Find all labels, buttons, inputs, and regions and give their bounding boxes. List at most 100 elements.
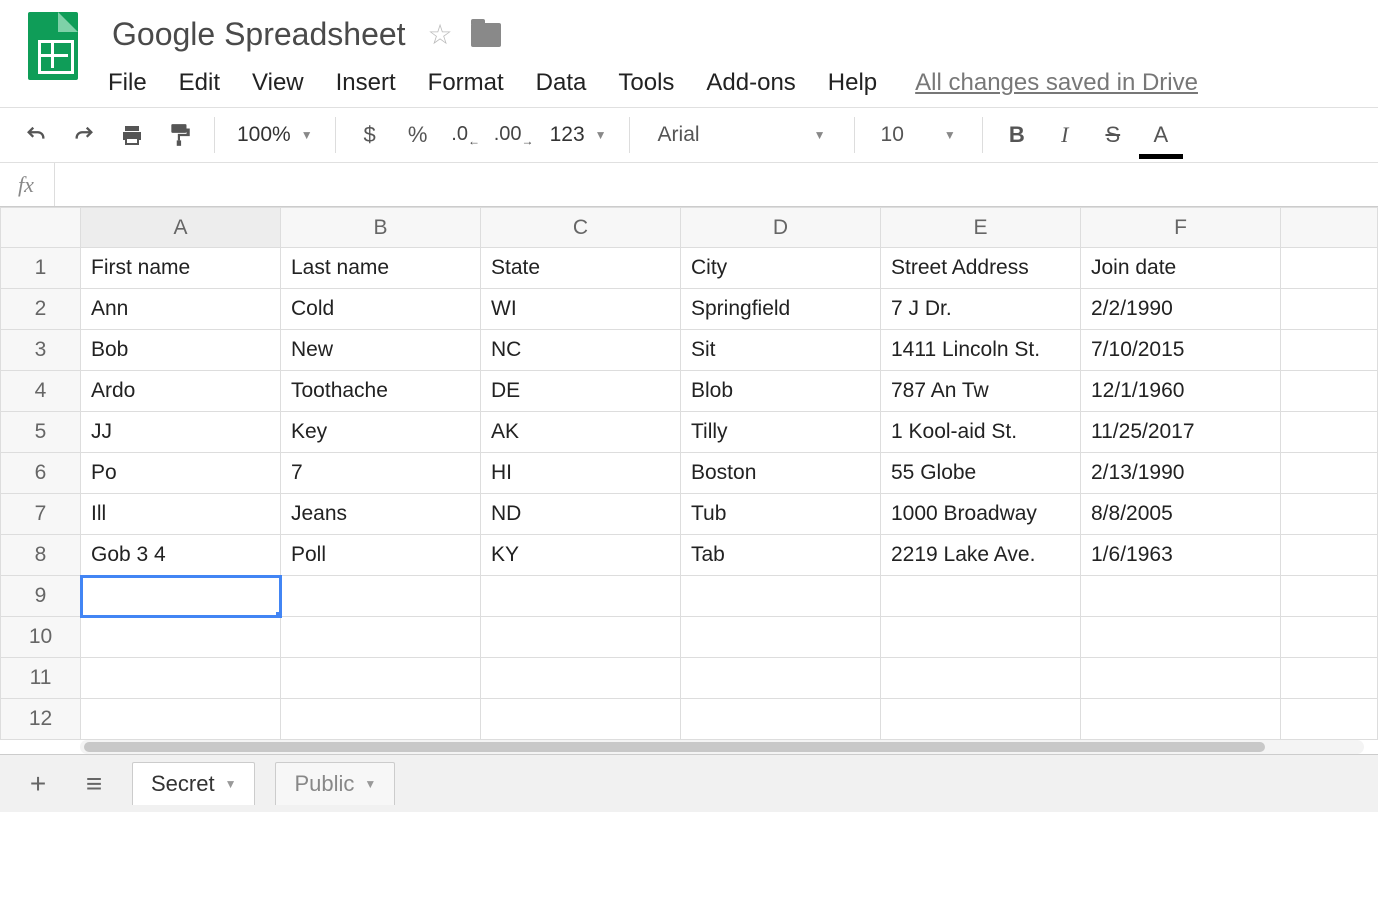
row-header-11[interactable]: 11 (1, 658, 81, 699)
cell[interactable] (881, 617, 1081, 658)
cell[interactable]: WI (481, 289, 681, 330)
row-header-3[interactable]: 3 (1, 330, 81, 371)
cell[interactable]: State (481, 248, 681, 289)
cell[interactable]: 8/8/2005 (1081, 494, 1281, 535)
cell[interactable]: Boston (681, 453, 881, 494)
sheet-tab-public[interactable]: Public▼ (275, 762, 395, 805)
col-header-A[interactable]: A (81, 208, 281, 248)
print-button[interactable] (110, 115, 154, 155)
add-sheet-button[interactable]: + (20, 768, 56, 800)
cell[interactable] (1281, 658, 1378, 699)
redo-button[interactable] (62, 115, 106, 155)
col-header-D[interactable]: D (681, 208, 881, 248)
row-header-6[interactable]: 6 (1, 453, 81, 494)
cell[interactable] (1281, 453, 1378, 494)
menu-insert[interactable]: Insert (336, 69, 396, 97)
menu-edit[interactable]: Edit (179, 69, 220, 97)
menu-data[interactable]: Data (536, 69, 587, 97)
cell[interactable] (281, 617, 481, 658)
cell[interactable] (681, 617, 881, 658)
cell[interactable] (1281, 371, 1378, 412)
row-header-2[interactable]: 2 (1, 289, 81, 330)
cell[interactable]: 1000 Broadway (881, 494, 1081, 535)
row-header-12[interactable]: 12 (1, 699, 81, 740)
cell[interactable] (1281, 576, 1378, 617)
cell[interactable]: HI (481, 453, 681, 494)
save-status[interactable]: All changes saved in Drive (915, 69, 1198, 97)
decrease-decimal-button[interactable]: .0← (444, 115, 488, 155)
col-header-C[interactable]: C (481, 208, 681, 248)
cell[interactable] (881, 658, 1081, 699)
cell[interactable]: 787 An Tw (881, 371, 1081, 412)
move-to-folder-icon[interactable] (471, 23, 501, 47)
cell[interactable]: Last name (281, 248, 481, 289)
undo-button[interactable] (14, 115, 58, 155)
font-size-dropdown[interactable]: 10▼ (867, 115, 970, 155)
cell[interactable] (1081, 576, 1281, 617)
col-header-blank[interactable] (1281, 208, 1378, 248)
cell[interactable]: 12/1/1960 (1081, 371, 1281, 412)
menu-help[interactable]: Help (828, 69, 877, 97)
cell[interactable] (81, 658, 281, 699)
format-percent-button[interactable]: % (396, 115, 440, 155)
font-family-dropdown[interactable]: Arial▼ (642, 115, 842, 155)
cell[interactable] (1281, 494, 1378, 535)
cell[interactable]: 11/25/2017 (1081, 412, 1281, 453)
strikethrough-button[interactable]: S (1091, 115, 1135, 155)
cell[interactable]: DE (481, 371, 681, 412)
cell[interactable] (1281, 248, 1378, 289)
cell[interactable]: NC (481, 330, 681, 371)
menu-file[interactable]: File (108, 69, 147, 97)
zoom-dropdown[interactable]: 100%▼ (227, 115, 323, 155)
star-icon[interactable]: ☆ (428, 18, 453, 51)
cell[interactable] (281, 699, 481, 740)
col-header-E[interactable]: E (881, 208, 1081, 248)
select-all-corner[interactable] (1, 208, 81, 248)
cell[interactable] (481, 658, 681, 699)
cell[interactable] (681, 658, 881, 699)
cell[interactable]: Street Address (881, 248, 1081, 289)
document-title[interactable]: Google Spreadsheet (108, 14, 410, 55)
text-color-button[interactable]: A (1139, 115, 1183, 155)
cell[interactable]: Key (281, 412, 481, 453)
horizontal-scrollbar[interactable] (80, 740, 1364, 754)
cell[interactable]: Tub (681, 494, 881, 535)
row-header-5[interactable]: 5 (1, 412, 81, 453)
cell[interactable]: City (681, 248, 881, 289)
cell[interactable]: Tilly (681, 412, 881, 453)
row-header-9[interactable]: 9 (1, 576, 81, 617)
cell[interactable]: 2/13/1990 (1081, 453, 1281, 494)
row-header-10[interactable]: 10 (1, 617, 81, 658)
cell[interactable]: 1 Kool-aid St. (881, 412, 1081, 453)
cell[interactable]: Ill (81, 494, 281, 535)
cell[interactable] (1081, 658, 1281, 699)
cell[interactable]: 55 Globe (881, 453, 1081, 494)
cell[interactable]: Bob (81, 330, 281, 371)
cell[interactable]: 7/10/2015 (1081, 330, 1281, 371)
cell[interactable] (1281, 699, 1378, 740)
bold-button[interactable]: B (995, 115, 1039, 155)
cell[interactable] (1281, 535, 1378, 576)
italic-button[interactable]: I (1043, 115, 1087, 155)
scrollbar-thumb[interactable] (84, 742, 1265, 752)
cell[interactable]: Po (81, 453, 281, 494)
cell[interactable]: AK (481, 412, 681, 453)
format-currency-button[interactable]: $ (348, 115, 392, 155)
spreadsheet-grid[interactable]: A B C D E F 1First nameLast nameStateCit… (0, 207, 1378, 740)
cell[interactable]: Ardo (81, 371, 281, 412)
row-header-4[interactable]: 4 (1, 371, 81, 412)
cell[interactable]: 1411 Lincoln St. (881, 330, 1081, 371)
cell[interactable]: JJ (81, 412, 281, 453)
sheets-logo-icon[interactable] (28, 12, 78, 80)
cell[interactable]: First name (81, 248, 281, 289)
menu-addons[interactable]: Add-ons (706, 69, 795, 97)
cell[interactable] (1281, 412, 1378, 453)
cell[interactable]: Join date (1081, 248, 1281, 289)
cell[interactable]: 2/2/1990 (1081, 289, 1281, 330)
cell[interactable] (881, 699, 1081, 740)
formula-input[interactable] (54, 163, 1360, 206)
row-header-7[interactable]: 7 (1, 494, 81, 535)
cell[interactable] (81, 699, 281, 740)
cell[interactable] (81, 617, 281, 658)
cell[interactable]: Jeans (281, 494, 481, 535)
